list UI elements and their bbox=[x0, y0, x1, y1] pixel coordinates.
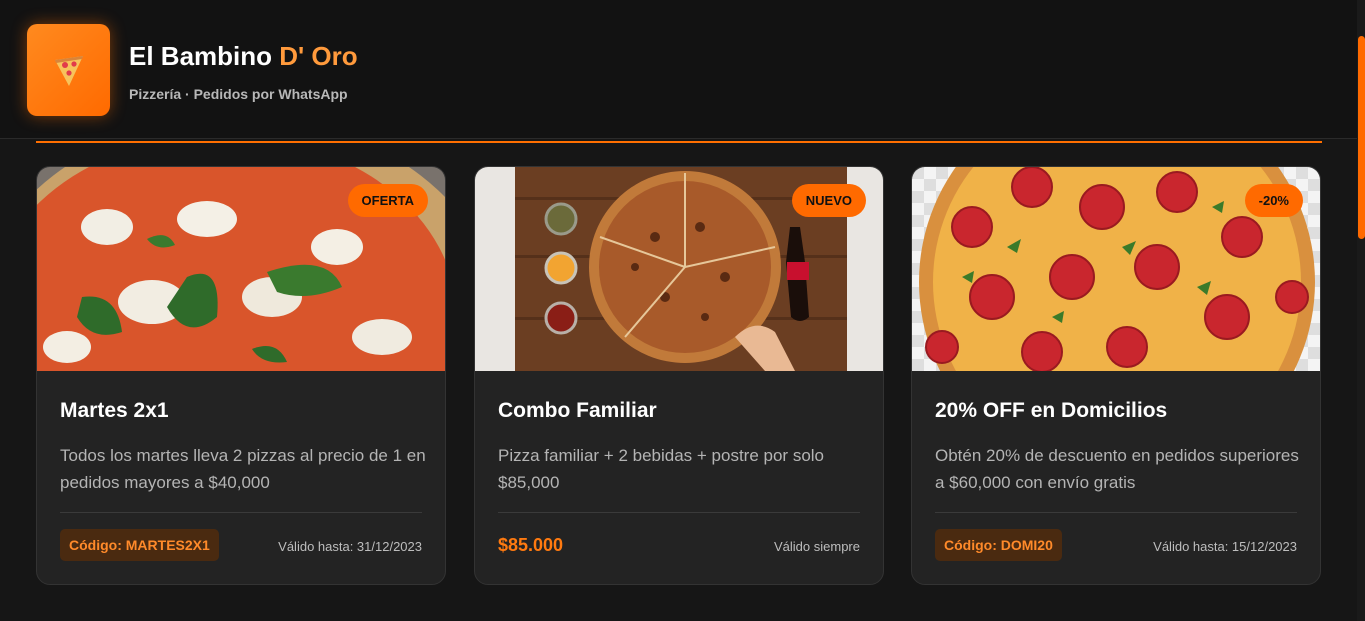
promo-title: Combo Familiar bbox=[498, 399, 657, 422]
badge-nuevo: NUEVO bbox=[791, 184, 866, 217]
promo-validity: Válido hasta: 15/12/2023 bbox=[1153, 539, 1297, 554]
promo-card-domicilios[interactable]: -20% 20% OFF en Domicilios Obtén 20% de … bbox=[911, 166, 1321, 585]
card-divider bbox=[60, 512, 422, 513]
badge-discount: -20% bbox=[1244, 184, 1303, 217]
brand-title-main: El Bambino bbox=[129, 41, 273, 71]
scrollbar-thumb[interactable] bbox=[1358, 36, 1365, 239]
promo-card-martes[interactable]: OFERTA Martes 2x1 Todos los martes lleva… bbox=[36, 166, 446, 585]
family-pizza-image: NUEVO bbox=[475, 167, 883, 371]
promo-title: Martes 2x1 bbox=[60, 399, 169, 422]
brand-title: El Bambino D' Oro bbox=[129, 41, 358, 72]
brand-title-accent: D' Oro bbox=[279, 41, 358, 71]
brand-subtitle: Pizzería · Pedidos por WhatsApp bbox=[129, 86, 348, 102]
promo-code[interactable]: Código: DOMI20 bbox=[935, 529, 1062, 561]
site-header: El Bambino D' Oro Pizzería · Pedidos por… bbox=[0, 0, 1357, 139]
promo-description: Todos los martes lleva 2 pizzas al preci… bbox=[60, 446, 426, 492]
promo-description: Obtén 20% de descuento en pedidos superi… bbox=[935, 446, 1299, 492]
badge-oferta: OFERTA bbox=[347, 184, 428, 217]
promo-card-combo[interactable]: NUEVO Combo Familiar Pizza familiar + 2 … bbox=[474, 166, 884, 585]
promo-validity: Válido hasta: 31/12/2023 bbox=[278, 539, 422, 554]
promo-title: 20% OFF en Domicilios bbox=[935, 399, 1168, 422]
pizza-slice-icon[interactable] bbox=[27, 24, 110, 116]
margherita-pizza-image: OFERTA bbox=[37, 167, 445, 371]
card-divider bbox=[935, 512, 1297, 513]
header-divider bbox=[36, 141, 1322, 143]
promo-description: Pizza familiar + 2 bebidas + postre por … bbox=[498, 446, 825, 492]
promo-price: $85.000 bbox=[498, 535, 564, 555]
card-divider bbox=[498, 512, 860, 513]
promo-validity: Válido siempre bbox=[774, 539, 860, 554]
pepperoni-pizza-image: -20% bbox=[912, 167, 1320, 371]
promo-code[interactable]: Código: MARTES2X1 bbox=[60, 529, 219, 561]
